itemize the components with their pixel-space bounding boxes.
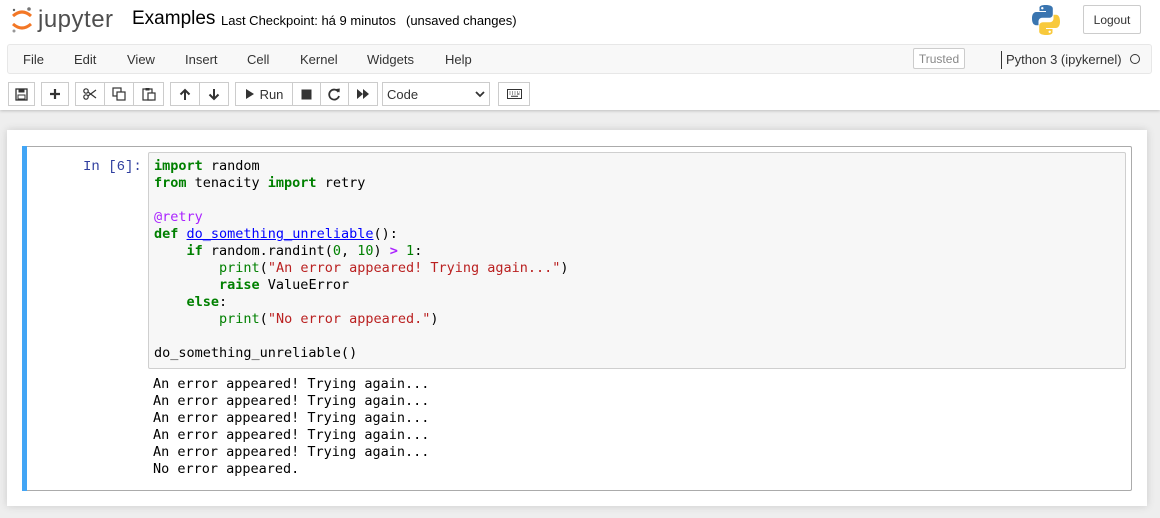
last-checkpoint: Last Checkpoint: há 9 minutos	[221, 13, 396, 28]
code-line-12: do_something_unreliable()	[154, 345, 358, 361]
trusted-indicator[interactable]: Trusted	[913, 48, 965, 69]
kernel-separator	[1001, 51, 1002, 69]
menu-kernel[interactable]: Kernel	[300, 52, 338, 67]
menu-insert[interactable]: Insert	[185, 52, 218, 67]
copy-button[interactable]	[104, 82, 134, 106]
paste-icon	[141, 88, 156, 101]
output-line: No error appeared.	[153, 461, 300, 477]
chevron-down-icon	[475, 91, 485, 98]
jupyter-logo-icon	[12, 7, 32, 33]
menu-file[interactable]: File	[23, 52, 44, 67]
menu-bar: File Edit View Insert Cell Kernel Widget…	[7, 44, 1152, 74]
output-line: An error appeared! Trying again...	[153, 376, 430, 392]
logo-text: jupyter	[38, 6, 114, 33]
cut-button[interactable]	[75, 82, 105, 106]
unsaved-changes: (unsaved changes)	[406, 13, 517, 28]
output-line: An error appeared! Trying again...	[153, 393, 430, 409]
python-logo-icon	[1032, 5, 1060, 35]
keyboard-icon	[506, 89, 522, 99]
code-editor[interactable]: import random from tenacity import retry…	[148, 152, 1126, 369]
code-line-7: print("An error appeared! Trying again..…	[219, 260, 569, 276]
interrupt-button[interactable]	[292, 82, 321, 106]
notebook-header: jupyter Examples Last Checkpoint: há 9 m…	[0, 0, 1160, 110]
move-up-button[interactable]	[170, 82, 200, 106]
plus-icon	[50, 89, 60, 99]
code-line-10: print("No error appeared.")	[219, 311, 439, 327]
cell-type-value: Code	[387, 86, 419, 102]
kernel-name[interactable]: Python 3 (ipykernel)	[1006, 52, 1122, 67]
output-line: An error appeared! Trying again...	[153, 427, 430, 443]
code-cell[interactable]: In [6]: import random from tenacity impo…	[22, 146, 1132, 491]
jupyter-logo[interactable]: jupyter	[10, 6, 114, 34]
stop-icon	[301, 89, 312, 99]
code-line-6: if random.randint(0, 10) > 1:	[186, 243, 423, 259]
code-line-9: else:	[186, 294, 228, 310]
output-line: An error appeared! Trying again...	[153, 410, 430, 426]
notebook-name[interactable]: Examples	[132, 8, 215, 30]
arrow-up-icon	[179, 88, 191, 100]
move-down-button[interactable]	[199, 82, 229, 106]
run-button[interactable]: Run	[235, 82, 293, 106]
code-line-5: def do_something_unreliable():	[154, 226, 398, 242]
save-icon	[15, 87, 28, 101]
code-line-8: raise ValueError	[219, 277, 350, 293]
menu-widgets[interactable]: Widgets	[367, 52, 414, 67]
code-line-1: import random	[154, 158, 260, 174]
logout-button[interactable]: Logout	[1083, 5, 1141, 34]
insert-cell-button[interactable]	[41, 82, 69, 106]
menu-cell[interactable]: Cell	[247, 52, 269, 67]
paste-button[interactable]	[133, 82, 164, 106]
code-line-4: @retry	[154, 209, 203, 225]
run-icon	[245, 89, 254, 99]
menu-edit[interactable]: Edit	[74, 52, 96, 67]
output-line: An error appeared! Trying again...	[153, 444, 430, 460]
cell-selection-bar	[22, 146, 27, 491]
run-label: Run	[259, 86, 284, 102]
copy-icon	[112, 87, 126, 101]
restart-button[interactable]	[320, 82, 349, 106]
menu-view[interactable]: View	[127, 52, 155, 67]
kernel-idle-icon	[1130, 54, 1140, 64]
restart-icon	[328, 88, 340, 100]
arrow-down-icon	[208, 88, 220, 100]
fast-forward-icon	[357, 89, 369, 99]
menu-help[interactable]: Help	[445, 52, 472, 67]
restart-run-all-button[interactable]	[348, 82, 378, 106]
code-line-2: from tenacity import retry	[154, 175, 366, 191]
notebook-container: In [6]: import random from tenacity impo…	[7, 130, 1147, 506]
save-button[interactable]	[8, 82, 35, 106]
cell-type-select[interactable]: Code	[382, 82, 490, 106]
input-prompt: In [6]:	[83, 159, 142, 175]
command-palette-button[interactable]	[498, 82, 530, 106]
cut-icon	[83, 88, 97, 100]
